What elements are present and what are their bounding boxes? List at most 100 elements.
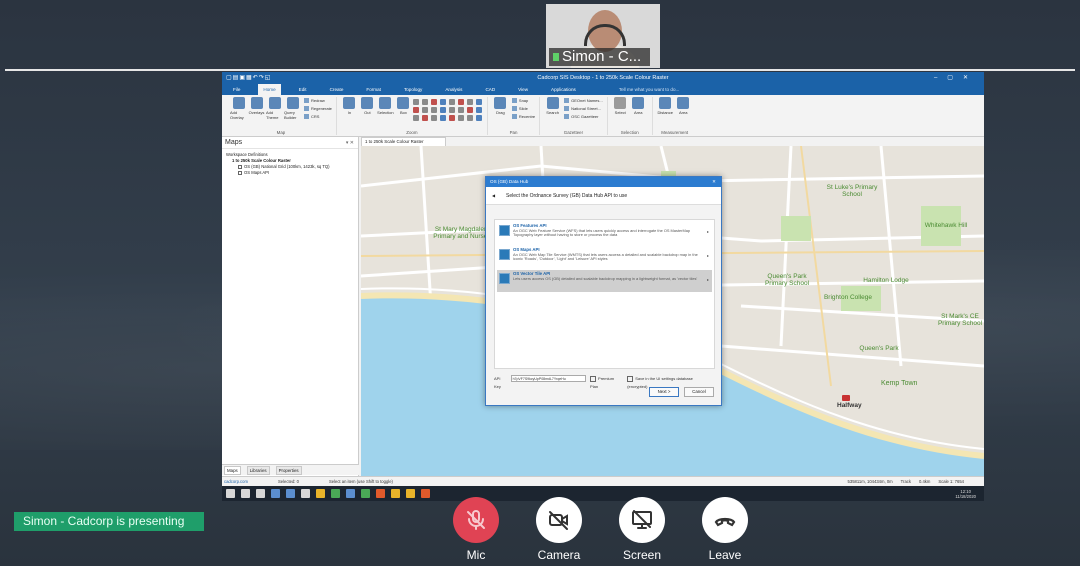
- snap-button[interactable]: Snap: [512, 97, 535, 105]
- status-site-link[interactable]: cadcorp.com: [224, 477, 248, 485]
- tool-icon[interactable]: [448, 107, 455, 113]
- leave-control[interactable]: Leave: [697, 497, 753, 562]
- tool-icon[interactable]: [466, 107, 473, 113]
- tool-icon[interactable]: [439, 107, 446, 113]
- menu-home[interactable]: Home: [258, 84, 281, 95]
- recentre-button[interactable]: Recentre: [512, 113, 535, 121]
- menu-edit[interactable]: Edit: [294, 87, 312, 92]
- tool-icon[interactable]: [412, 115, 419, 121]
- tool-icon[interactable]: [448, 115, 455, 121]
- tool-icon[interactable]: [421, 115, 428, 121]
- select-button[interactable]: Select: [612, 97, 629, 115]
- quick-access-toolbar[interactable]: ▢▤▣▦↶↷◱: [226, 72, 271, 84]
- api-key-input[interactable]: h7pVF7S9kcyUpP08mdL7YrqeHu: [510, 375, 587, 382]
- search-button[interactable]: Search: [544, 97, 561, 115]
- tool-icon[interactable]: [466, 115, 473, 121]
- redraw-button[interactable]: Redraw: [304, 97, 332, 105]
- zoom-selection-button[interactable]: Selection: [377, 97, 394, 115]
- add-theme-button[interactable]: Add Theme: [266, 97, 283, 120]
- outlook-icon[interactable]: [271, 489, 280, 498]
- menu-format[interactable]: Format: [361, 87, 386, 92]
- national-street-button[interactable]: National Street...: [564, 105, 603, 113]
- crs-button[interactable]: CRS: [304, 113, 332, 121]
- tool-icon[interactable]: [430, 107, 437, 113]
- close-icon[interactable]: ✕: [712, 177, 716, 187]
- taskbar-clock[interactable]: 12:10 11/18/2020: [955, 489, 976, 499]
- folder-icon[interactable]: [316, 489, 325, 498]
- tab-properties[interactable]: Properties: [275, 465, 302, 475]
- panel-pin-icon[interactable]: ▾ ✕: [346, 137, 354, 149]
- layer-checkbox[interactable]: [238, 164, 242, 169]
- query-builder-button[interactable]: Query Builder: [284, 97, 301, 120]
- menu-analysis[interactable]: Analysis: [440, 87, 467, 92]
- next-button[interactable]: Next >: [649, 387, 679, 397]
- search-icon[interactable]: [241, 489, 250, 498]
- tree-layer-item[interactable]: OS Maps API: [226, 170, 354, 176]
- windows-start-icon[interactable]: [226, 489, 235, 498]
- app-icon[interactable]: [406, 489, 415, 498]
- map-document-tab[interactable]: 1 to 250k Scale Colour Raster: [361, 137, 446, 146]
- zoom-in-button[interactable]: In: [341, 97, 358, 115]
- window-controls[interactable]: ‒▢✕: [934, 72, 978, 84]
- menu-create[interactable]: Create: [325, 87, 349, 92]
- app-icon[interactable]: [421, 489, 430, 498]
- app-icon[interactable]: [361, 489, 370, 498]
- tool-icon[interactable]: [412, 107, 419, 113]
- status-scale[interactable]: Scale 1: 7654: [938, 477, 964, 485]
- screen-button[interactable]: [619, 497, 665, 543]
- leave-button[interactable]: [702, 497, 748, 543]
- tool-icon[interactable]: [430, 115, 437, 121]
- tab-libraries[interactable]: Libraries: [246, 465, 270, 475]
- layer-checkbox[interactable]: [238, 170, 242, 175]
- menu-view[interactable]: View: [513, 87, 533, 92]
- tool-icon[interactable]: [412, 99, 419, 105]
- tool-icon[interactable]: [475, 115, 482, 121]
- tool-icon[interactable]: [439, 99, 446, 105]
- tab-maps[interactable]: Maps: [224, 465, 241, 475]
- geonet-names-button[interactable]: GEOnet Names...: [564, 97, 603, 105]
- task-view-icon[interactable]: [256, 489, 265, 498]
- tell-me-search[interactable]: Tell me what you want to do...: [614, 87, 685, 92]
- status-track[interactable]: Track: [901, 477, 911, 485]
- zoom-box-button[interactable]: Box: [395, 97, 412, 115]
- menu-file[interactable]: File: [228, 87, 245, 92]
- tool-icon[interactable]: [421, 99, 428, 105]
- app-icon[interactable]: [376, 489, 385, 498]
- tool-icon[interactable]: [475, 99, 482, 105]
- overlays-button[interactable]: Overlays: [248, 97, 265, 115]
- chrome-icon[interactable]: [331, 489, 340, 498]
- api-option-features[interactable]: OS Features API An OGC Web Feature Servi…: [497, 222, 712, 244]
- tool-icon[interactable]: [457, 107, 464, 113]
- area-select-button[interactable]: Area: [630, 97, 647, 115]
- regenerate-button[interactable]: Regenerate: [304, 105, 332, 113]
- presenter-video-tile[interactable]: Simon - C...: [546, 4, 660, 68]
- premium-plan-checkbox[interactable]: Premium Plan: [590, 375, 621, 389]
- add-overlay-button[interactable]: Add Overlay: [230, 97, 247, 120]
- cadcorp-icon[interactable]: [286, 489, 295, 498]
- tool-icon[interactable]: [457, 115, 464, 121]
- screen-control[interactable]: Screen: [614, 497, 670, 562]
- tool-icon[interactable]: [421, 107, 428, 113]
- mic-control[interactable]: Mic: [448, 497, 504, 562]
- tool-icon[interactable]: [448, 99, 455, 105]
- cancel-button[interactable]: Cancel: [684, 387, 714, 397]
- api-option-maps[interactable]: OS Maps API An OGC Web Map Tile Service …: [497, 246, 712, 268]
- file-explorer-icon[interactable]: [301, 489, 310, 498]
- tool-icon[interactable]: [466, 99, 473, 105]
- zoom-out-button[interactable]: Out: [359, 97, 376, 115]
- osc-gazetteer-button[interactable]: OSC Gazetteer: [564, 113, 603, 121]
- slide-button[interactable]: Slide: [512, 105, 535, 113]
- zoom-tool-icons[interactable]: [412, 99, 483, 121]
- map-view[interactable]: St Mary Magdalene Primary and Nursery St…: [361, 146, 984, 476]
- drag-button[interactable]: Drag: [492, 97, 509, 115]
- api-option-vector-tile[interactable]: OS Vector Tile API Lets users access OS …: [497, 270, 712, 292]
- camera-control[interactable]: Camera: [531, 497, 587, 562]
- camera-button[interactable]: [536, 497, 582, 543]
- menu-cad[interactable]: CAD: [480, 87, 500, 92]
- tool-icon[interactable]: [439, 115, 446, 121]
- tool-icon[interactable]: [475, 107, 482, 113]
- mic-button[interactable]: [453, 497, 499, 543]
- measure-area-button[interactable]: Area: [675, 97, 692, 115]
- menu-applications[interactable]: Applications: [546, 87, 581, 92]
- tool-icon[interactable]: [430, 99, 437, 105]
